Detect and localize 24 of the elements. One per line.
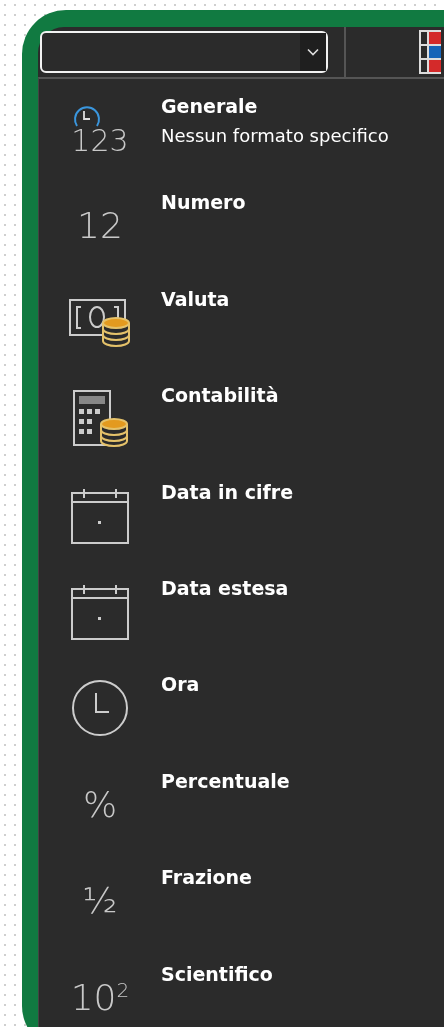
number-glyph-icon: %	[82, 786, 118, 823]
format-option[interactable]: Data in cifre	[161, 480, 294, 503]
number-glyph-icon: ½	[82, 883, 118, 920]
format-option[interactable]: Valuta	[161, 287, 230, 310]
calculator-coins-icon	[72, 389, 128, 450]
format-option[interactable]: Numero	[161, 191, 246, 214]
calendar-icon	[71, 583, 129, 640]
clock-icon	[71, 679, 129, 738]
format-option[interactable]: Data estesa	[161, 576, 289, 599]
banknote-coins-icon	[69, 296, 131, 349]
format-option[interactable]: Generale	[161, 95, 389, 117]
format-description: Nessun formato specifico	[161, 125, 389, 146]
format-option[interactable]: Scientifico	[161, 962, 273, 985]
format-option[interactable]: Contabilità	[161, 384, 279, 407]
digits-icon: 123	[71, 126, 129, 156]
format-option[interactable]: Frazione	[161, 866, 252, 889]
number-glyph-icon: 10$^{2}$	[70, 979, 130, 1016]
table-icon[interactable]	[418, 29, 442, 75]
format-option[interactable]: Percentuale	[161, 769, 290, 792]
number-format-dropdown[interactable]	[40, 31, 328, 73]
format-option[interactable]: Ora	[161, 673, 200, 696]
caret-icon[interactable]	[300, 33, 326, 71]
number-glyph-icon: 12	[77, 208, 123, 245]
calendar-icon	[71, 487, 129, 544]
